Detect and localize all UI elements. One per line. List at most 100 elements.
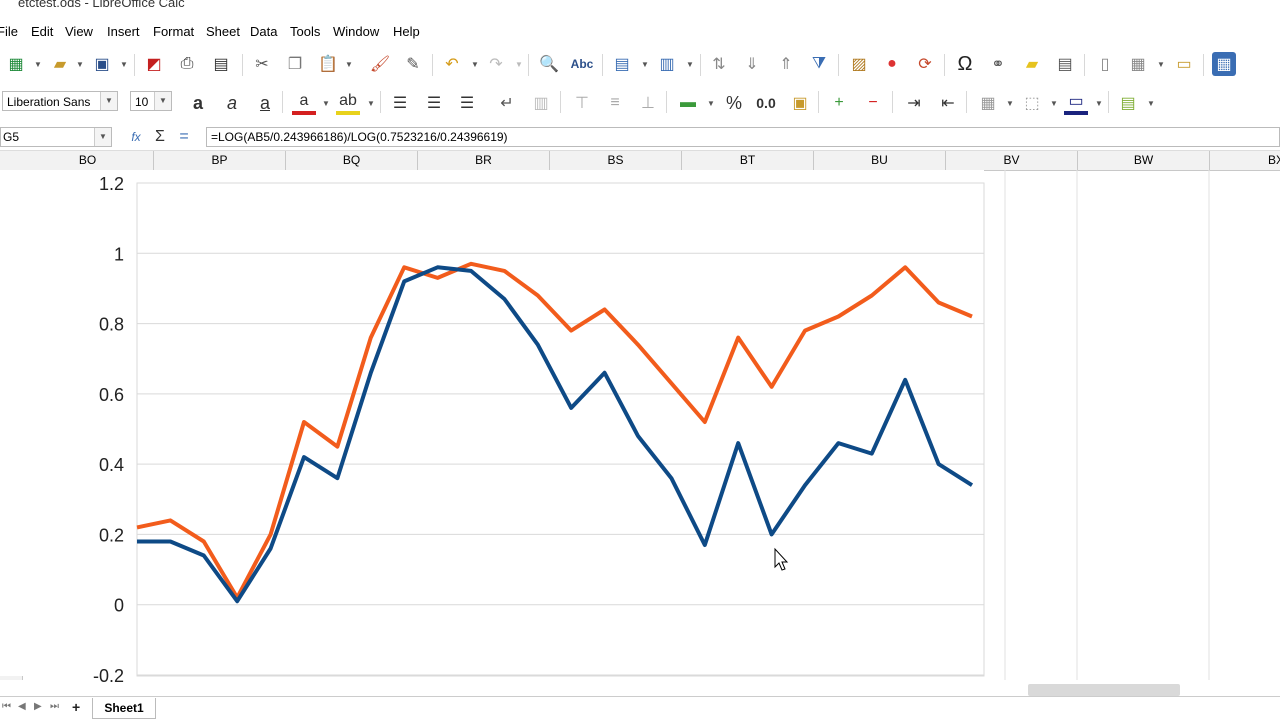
last-sheet-icon[interactable]: ⏭ bbox=[50, 701, 59, 712]
conditional-dropdown-icon[interactable]: ▼ bbox=[1147, 99, 1155, 108]
print-preview-icon[interactable]: ▤ bbox=[209, 52, 233, 76]
open-dropdown-icon[interactable]: ▼ bbox=[76, 60, 84, 69]
menu-view[interactable]: View bbox=[65, 24, 93, 39]
insert-image-icon[interactable]: ▨ bbox=[847, 52, 871, 76]
insert-chart-icon[interactable]: ● bbox=[880, 52, 904, 76]
border-color-icon[interactable]: ▭ bbox=[1064, 91, 1088, 115]
comment-icon[interactable]: ▰ bbox=[1020, 52, 1044, 76]
spelling-icon[interactable]: Abc bbox=[570, 52, 594, 76]
add-decimal-place-icon[interactable]: + bbox=[827, 91, 851, 115]
column-header[interactable]: BT bbox=[682, 151, 814, 170]
next-sheet-icon[interactable]: ▶ bbox=[34, 701, 42, 712]
new-dropdown-icon[interactable]: ▼ bbox=[34, 60, 42, 69]
column-dropdown-icon[interactable]: ▼ bbox=[686, 60, 694, 69]
undo-dropdown-icon[interactable]: ▼ bbox=[471, 60, 479, 69]
freeze-dropdown-icon[interactable]: ▼ bbox=[1157, 60, 1165, 69]
define-print-area-icon[interactable]: ▯ bbox=[1093, 52, 1117, 76]
paste-icon[interactable]: 📋 bbox=[316, 52, 340, 76]
sort-ascending-icon[interactable]: ⇓ bbox=[740, 52, 764, 76]
underline-icon[interactable]: a bbox=[253, 91, 277, 115]
column-header[interactable]: BO bbox=[22, 151, 154, 170]
column-header[interactable]: BV bbox=[946, 151, 1078, 170]
menu-data[interactable]: Data bbox=[250, 24, 277, 39]
formula-icon[interactable]: = bbox=[172, 125, 196, 149]
borders-dropdown-icon[interactable]: ▼ bbox=[1050, 99, 1058, 108]
freeze-rows-columns-icon[interactable]: ▦ bbox=[1126, 52, 1150, 76]
copy-icon[interactable]: ❐ bbox=[283, 52, 307, 76]
pivot-table-icon[interactable]: ⟳ bbox=[913, 52, 937, 76]
column-header[interactable]: BR bbox=[418, 151, 550, 170]
cut-icon[interactable]: ✂ bbox=[250, 52, 274, 76]
font-name-box[interactable]: Liberation Sans ▼ bbox=[2, 91, 118, 111]
font-size-box[interactable]: 10 ▼ bbox=[130, 91, 172, 111]
chevron-down-icon[interactable]: ▼ bbox=[154, 92, 171, 110]
decrease-indent-icon[interactable]: ⇤ bbox=[936, 91, 960, 115]
merge-cells-icon[interactable]: ▥ bbox=[529, 91, 553, 115]
menu-sheet[interactable]: Sheet bbox=[206, 24, 240, 39]
column-header[interactable]: BP bbox=[154, 151, 286, 170]
horizontal-scrollbar[interactable] bbox=[1028, 684, 1180, 696]
borders-icon[interactable]: ⬚ bbox=[1020, 91, 1044, 115]
header-footer-icon[interactable]: ▤ bbox=[1053, 52, 1077, 76]
menu-tools[interactable]: Tools bbox=[290, 24, 320, 39]
column-header[interactable]: BU bbox=[814, 151, 946, 170]
sort-icon[interactable]: ⇅ bbox=[707, 52, 731, 76]
align-center-icon[interactable]: ☰ bbox=[422, 91, 446, 115]
date-format-icon[interactable]: ▣ bbox=[788, 91, 812, 115]
sum-icon[interactable]: Σ bbox=[148, 125, 172, 149]
undo-icon[interactable]: ↶ bbox=[440, 52, 464, 76]
split-window-icon[interactable]: ▭ bbox=[1172, 52, 1196, 76]
print-icon[interactable]: ⎙ bbox=[175, 52, 199, 76]
column-header[interactable]: BS bbox=[550, 151, 682, 170]
redo-icon[interactable]: ↷ bbox=[484, 52, 508, 76]
export-pdf-icon[interactable]: ◩ bbox=[142, 52, 166, 76]
font-color-dropdown-icon[interactable]: ▼ bbox=[322, 99, 330, 108]
bold-icon[interactable]: a bbox=[186, 91, 210, 115]
percent-format-icon[interactable]: % bbox=[722, 91, 746, 115]
clone-formatting-icon[interactable]: 🖌 bbox=[368, 52, 392, 76]
redo-dropdown-icon[interactable]: ▼ bbox=[515, 60, 523, 69]
paste-dropdown-icon[interactable]: ▼ bbox=[345, 60, 353, 69]
first-sheet-icon[interactable]: ⏮ bbox=[2, 701, 11, 712]
italic-icon[interactable]: a bbox=[220, 91, 244, 115]
function-wizard-icon[interactable]: fx bbox=[124, 125, 148, 149]
name-box[interactable]: G5 ▼ bbox=[0, 127, 112, 147]
open-icon[interactable]: ▰ bbox=[48, 52, 72, 76]
row-dropdown-icon[interactable]: ▼ bbox=[641, 60, 649, 69]
chevron-down-icon[interactable]: ▼ bbox=[94, 128, 111, 146]
row-icon[interactable]: ▤ bbox=[610, 52, 634, 76]
column-header[interactable]: BQ bbox=[286, 151, 418, 170]
currency-dropdown-icon[interactable]: ▼ bbox=[707, 99, 715, 108]
hyperlink-icon[interactable]: ⚭ bbox=[986, 52, 1010, 76]
menu-window[interactable]: Window bbox=[333, 24, 379, 39]
new-document-icon[interactable]: ▦ bbox=[4, 52, 28, 76]
menu-insert[interactable]: Insert bbox=[107, 24, 140, 39]
column-icon[interactable]: ▥ bbox=[655, 52, 679, 76]
center-vertically-icon[interactable]: ≡ bbox=[603, 91, 627, 115]
add-sheet-button[interactable]: + bbox=[72, 699, 80, 715]
chevron-down-icon[interactable]: ▼ bbox=[100, 92, 117, 110]
conditional-format-icon[interactable]: ▤ bbox=[1116, 91, 1140, 115]
wrap-text-icon[interactable]: ↵ bbox=[495, 91, 519, 115]
column-header[interactable]: BX bbox=[1210, 151, 1280, 170]
border-color-dropdown-icon[interactable]: ▼ bbox=[1095, 99, 1103, 108]
align-left-icon[interactable]: ☰ bbox=[388, 91, 412, 115]
column-header[interactable]: BW bbox=[1078, 151, 1210, 170]
formula-input[interactable]: =LOG(AB5/0.243966186)/LOG(0.7523216/0.24… bbox=[206, 127, 1280, 147]
align-top-icon[interactable]: ⊤ bbox=[570, 91, 594, 115]
sort-descending-icon[interactable]: ⇑ bbox=[774, 52, 798, 76]
align-right-icon[interactable]: ☰ bbox=[455, 91, 479, 115]
line-chart[interactable]: 1.210.80.60.40.20-0.2 119375573911091271… bbox=[0, 170, 1000, 682]
sidebar-icon[interactable]: ▦ bbox=[1212, 52, 1236, 76]
save-dropdown-icon[interactable]: ▼ bbox=[120, 60, 128, 69]
highlight-color-icon[interactable]: ab bbox=[336, 91, 360, 115]
number-format-icon[interactable]: 0.0 bbox=[754, 91, 778, 115]
align-bottom-icon[interactable]: ⊥ bbox=[636, 91, 660, 115]
currency-format-icon[interactable]: ▬ bbox=[676, 91, 700, 115]
highlight-dropdown-icon[interactable]: ▼ bbox=[367, 99, 375, 108]
delete-decimal-place-icon[interactable]: − bbox=[861, 91, 885, 115]
increase-indent-icon[interactable]: ⇥ bbox=[902, 91, 926, 115]
menu-file[interactable]: File bbox=[0, 24, 18, 39]
sheet-tab[interactable]: Sheet1 bbox=[92, 698, 156, 719]
toggle-grid-icon[interactable]: ▦ bbox=[976, 91, 1000, 115]
